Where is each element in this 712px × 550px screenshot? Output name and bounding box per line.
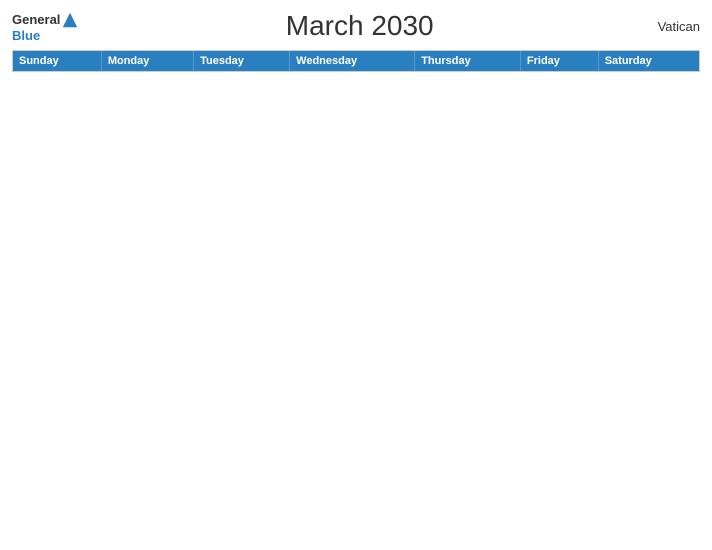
col-sunday: Sunday (13, 51, 101, 71)
col-wednesday: Wednesday (290, 51, 415, 71)
col-thursday: Thursday (415, 51, 521, 71)
days-header-row: Sunday Monday Tuesday Wednesday Thursday… (13, 51, 699, 71)
header: General Blue March 2030 Vatican (12, 10, 700, 42)
logo-icon (61, 11, 79, 29)
logo-general: General (12, 13, 60, 26)
col-friday: Friday (520, 51, 598, 71)
col-saturday: Saturday (598, 51, 699, 71)
calendar: Sunday Monday Tuesday Wednesday Thursday… (12, 50, 700, 72)
page: General Blue March 2030 Vatican Sunday M… (0, 0, 712, 550)
country-label: Vatican (640, 19, 700, 34)
logo: General Blue (12, 11, 79, 42)
col-monday: Monday (101, 51, 193, 71)
col-tuesday: Tuesday (194, 51, 290, 71)
calendar-title: March 2030 (79, 10, 640, 42)
logo-blue: Blue (12, 29, 40, 42)
